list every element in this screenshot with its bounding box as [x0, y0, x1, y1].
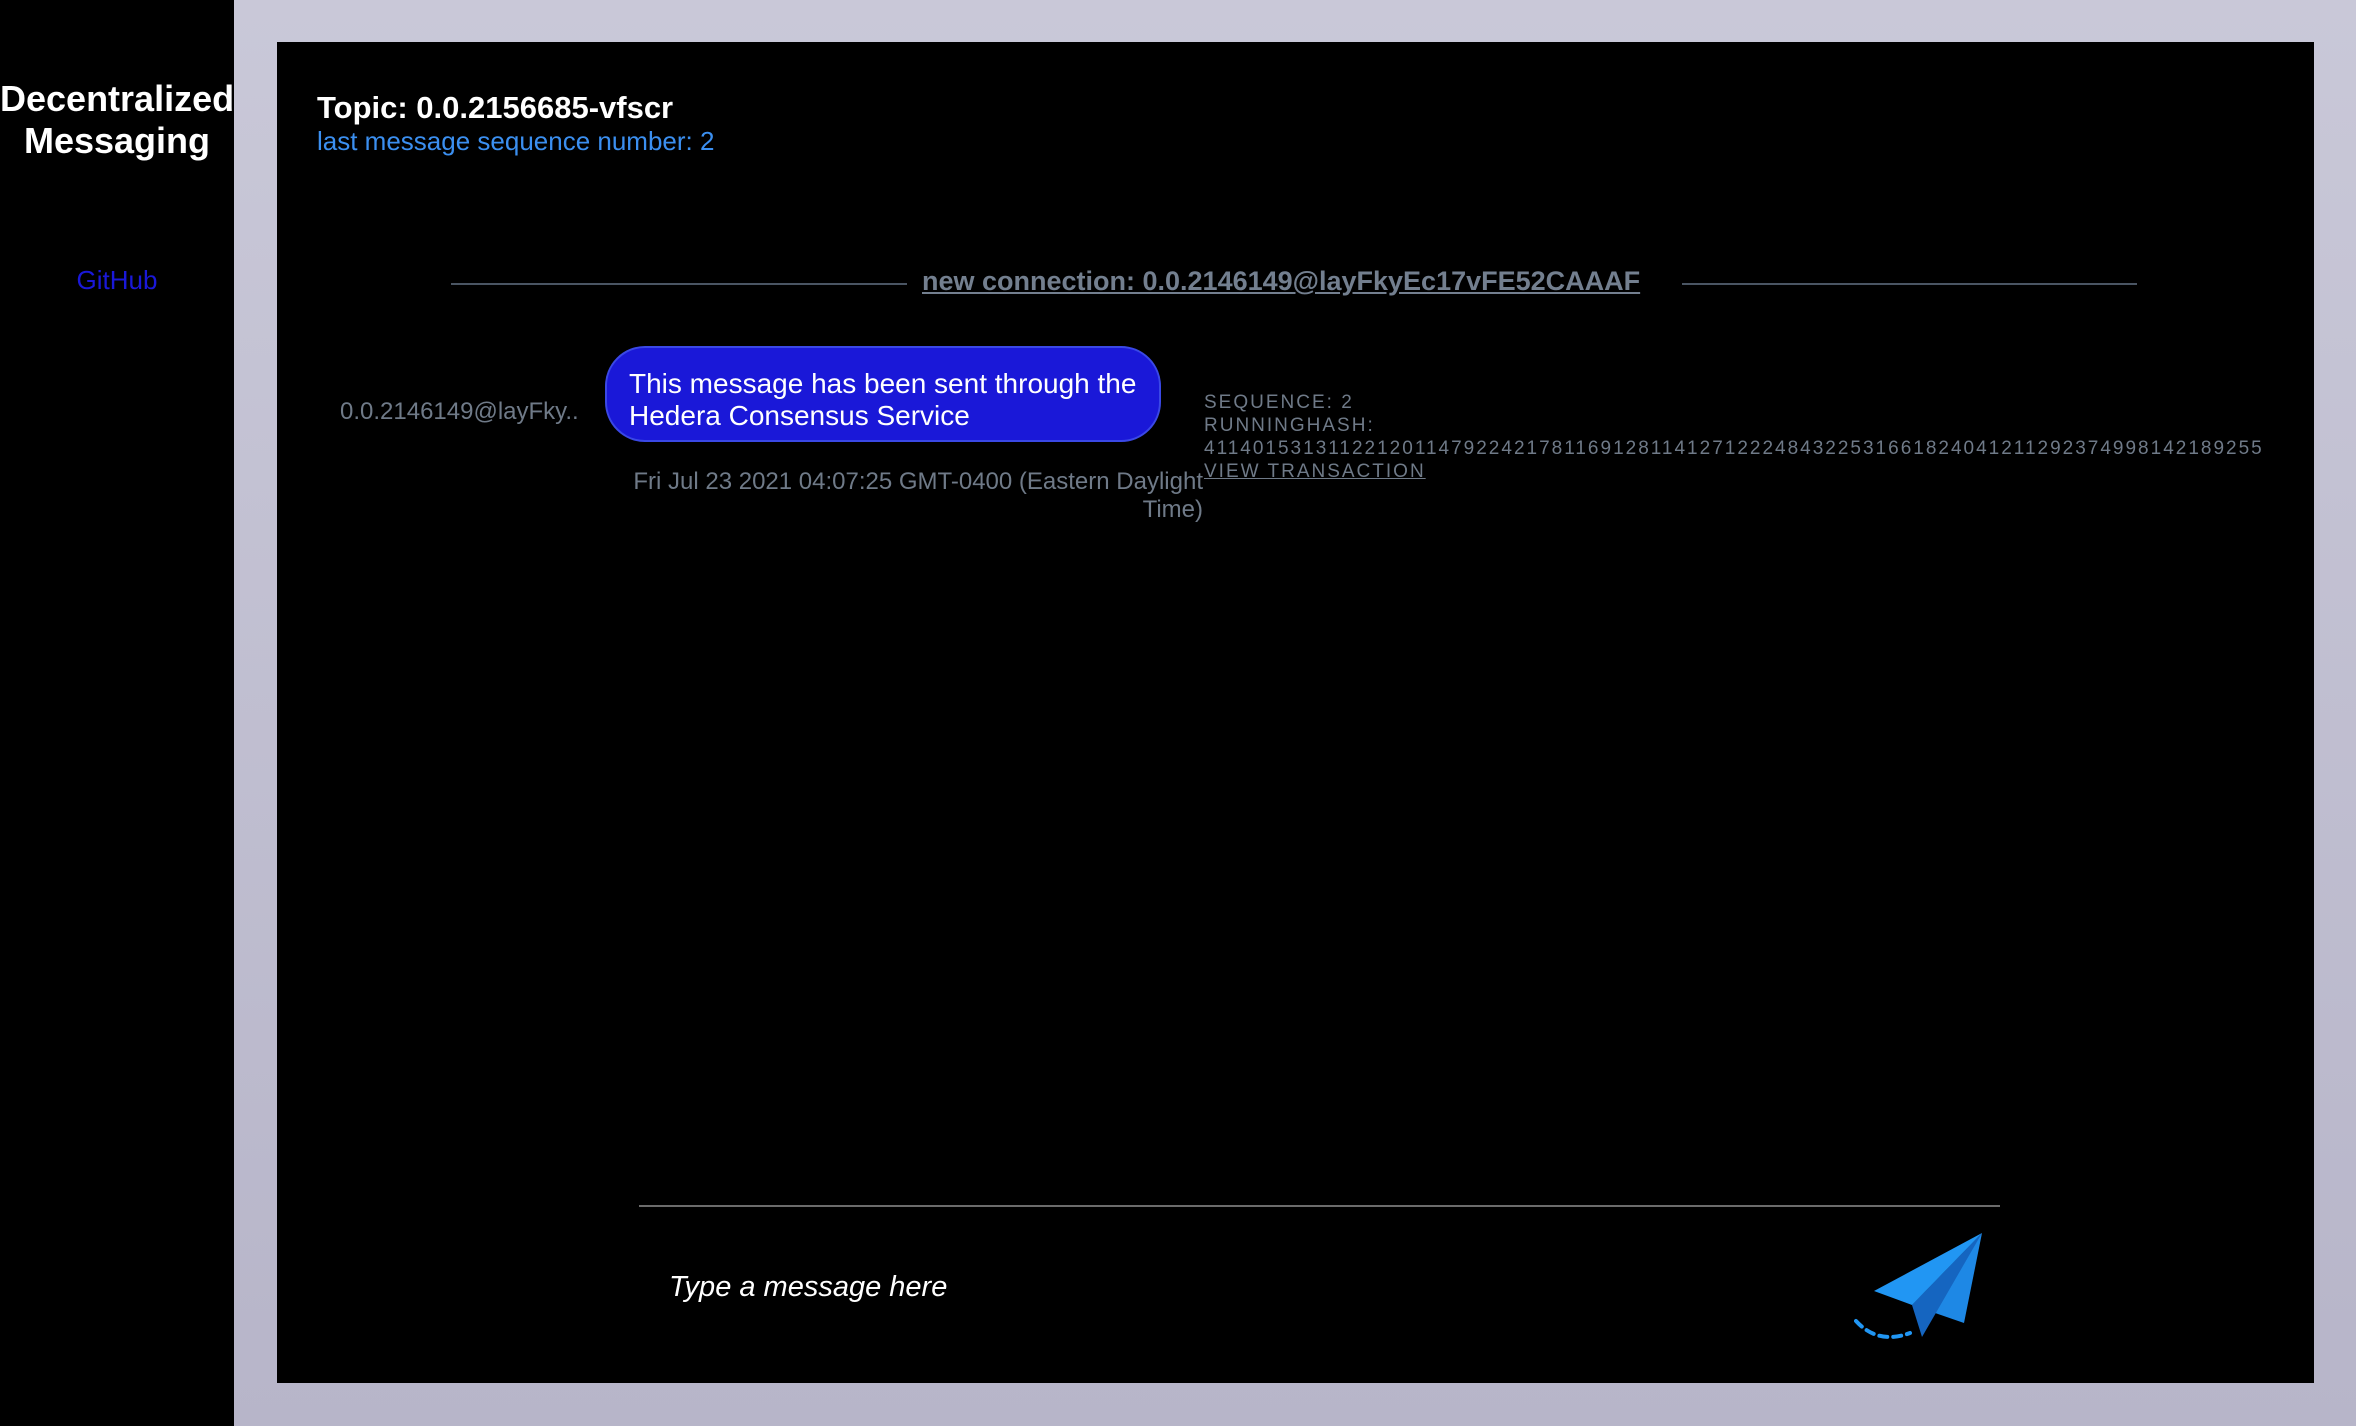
- send-button[interactable]: [1854, 1229, 1990, 1353]
- message-metadata: SEQUENCE: 2 RUNNINGHASH: 411401531311221…: [1204, 391, 2310, 483]
- running-hash-label: RUNNINGHASH:: [1204, 415, 1375, 436]
- running-hash-value: 4114015313112212011479224217811691281141…: [1204, 438, 2264, 459]
- sidebar: Decentralized Messaging GitHub: [0, 0, 234, 1426]
- github-link[interactable]: GitHub: [0, 265, 234, 296]
- divider-left: [451, 283, 907, 285]
- divider-right: [1682, 283, 2137, 285]
- new-connection-link[interactable]: new connection: 0.0.2146149@layFkyEc17vF…: [922, 266, 1640, 297]
- last-sequence-number: last message sequence number: 2: [317, 126, 715, 156]
- chat-panel: Topic: 0.0.2156685-vfscr last message se…: [277, 42, 2314, 1383]
- composer-divider: [639, 1205, 2000, 1207]
- view-transaction-link[interactable]: VIEW TRANSACTION: [1204, 461, 1426, 482]
- message-sender: 0.0.2146149@layFky..: [340, 398, 579, 425]
- app-title: Decentralized Messaging: [0, 78, 235, 161]
- paper-plane-icon: [1854, 1233, 1982, 1339]
- message-bubble: This message has been sent through the H…: [605, 346, 1161, 442]
- topic-title: Topic: 0.0.2156685-vfscr: [317, 90, 674, 125]
- message-sequence: SEQUENCE: 2: [1204, 392, 1354, 413]
- message-timestamp: Fri Jul 23 2021 04:07:25 GMT-0400 (Easte…: [633, 468, 1203, 523]
- message-input[interactable]: [667, 1264, 1571, 1310]
